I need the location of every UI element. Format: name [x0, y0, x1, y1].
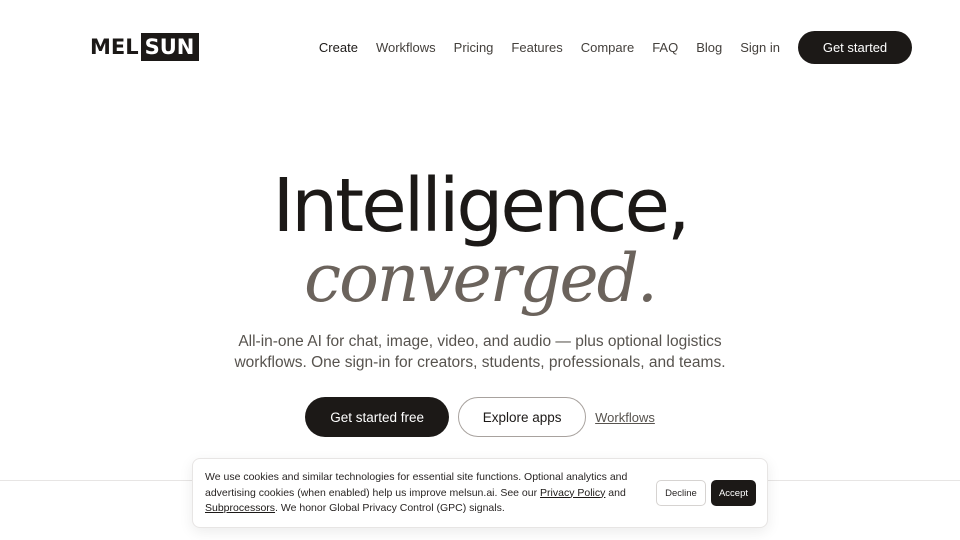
accept-button[interactable]: Accept [711, 480, 756, 506]
hero-description-line-2: workflows. One sign-in for creators, stu… [234, 354, 726, 371]
melsun-logo[interactable]: MEL SUN [90, 33, 200, 61]
hero-description-line-1: All-in-one AI for chat, image, video, an… [238, 333, 722, 350]
hero-description: All-in-one AI for chat, image, video, an… [0, 331, 960, 373]
hero-actions: Get started free Explore apps Workflows [0, 397, 960, 437]
nav-sign-in[interactable]: Sign in [740, 40, 780, 55]
nav-blog[interactable]: Blog [696, 40, 722, 55]
cookie-text-3: . We honor Global Privacy Control (GPC) … [275, 502, 505, 514]
site-header: MEL SUN Create Workflows Pricing Feature… [0, 0, 960, 96]
explore-apps-button[interactable]: Explore apps [458, 397, 587, 437]
workflows-link[interactable]: Workflows [595, 410, 655, 425]
nav-faq[interactable]: FAQ [652, 40, 678, 55]
logo-text-right: SUN [140, 33, 200, 61]
nav-compare[interactable]: Compare [581, 40, 634, 55]
nav-features[interactable]: Features [511, 40, 562, 55]
hero-subtitle: converged. [304, 240, 658, 317]
nav-pricing[interactable]: Pricing [454, 40, 494, 55]
subprocessors-link[interactable]: Subprocessors [205, 502, 275, 514]
nav-create[interactable]: Create [319, 40, 358, 55]
logo-text-left: MEL [90, 35, 139, 59]
nav-workflows[interactable]: Workflows [376, 40, 436, 55]
cookie-message: We use cookies and similar technologies … [205, 470, 645, 517]
get-started-free-button[interactable]: Get started free [305, 397, 450, 437]
main-nav: Create Workflows Pricing Features Compar… [319, 31, 912, 64]
decline-button[interactable]: Decline [656, 480, 706, 506]
cookie-banner: We use cookies and similar technologies … [192, 458, 768, 528]
cookie-text-2: and [605, 486, 626, 499]
privacy-policy-link[interactable]: Privacy Policy [540, 487, 605, 499]
hero-title: Intelligence, [272, 163, 690, 249]
get-started-button[interactable]: Get started [798, 31, 912, 64]
